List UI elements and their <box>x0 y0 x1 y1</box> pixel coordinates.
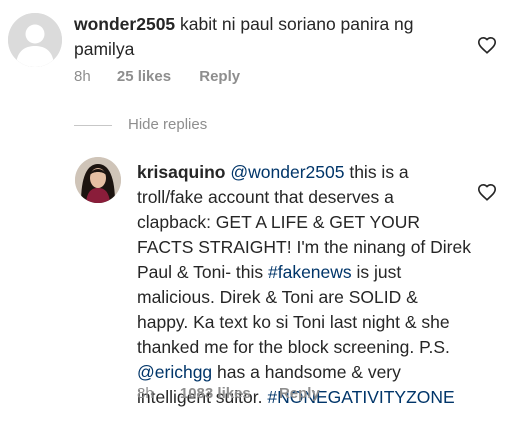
hashtag-fakenews[interactable]: #fakenews <box>268 262 352 282</box>
profile-photo <box>75 157 121 203</box>
avatar-wonder2505[interactable] <box>8 13 62 67</box>
mention-wonder2505[interactable]: @wonder2505 <box>230 162 344 182</box>
comment-time-1: 8h <box>74 68 91 85</box>
comment-username-1[interactable]: wonder2505 <box>74 14 175 34</box>
default-avatar-icon <box>8 13 62 67</box>
comment-meta-2: 8h 1083 likes Reply <box>137 385 320 402</box>
hide-replies-button[interactable]: Hide replies <box>128 116 207 133</box>
comment-time-2: 8h <box>137 385 154 402</box>
mention-erichgg[interactable]: @erichgg <box>137 362 212 382</box>
reply-button-2[interactable]: Reply <box>279 385 320 402</box>
comment-text-2: krisaquino @wonder2505 this is a troll/f… <box>137 160 472 410</box>
comment-meta-1: 8h 25 likes Reply <box>74 68 240 85</box>
comment-likes-1[interactable]: 25 likes <box>117 68 171 85</box>
replies-divider <box>74 125 112 126</box>
reply-button-1[interactable]: Reply <box>199 68 240 85</box>
comment-text-1: wonder2505 kabit ni paul soriano panira … <box>74 12 474 62</box>
comment-username-2[interactable]: krisaquino <box>137 162 226 182</box>
heart-icon[interactable] <box>477 183 497 201</box>
avatar-krisaquino[interactable] <box>75 157 121 203</box>
comment-likes-2[interactable]: 1083 likes <box>180 385 251 402</box>
heart-icon[interactable] <box>477 36 497 54</box>
